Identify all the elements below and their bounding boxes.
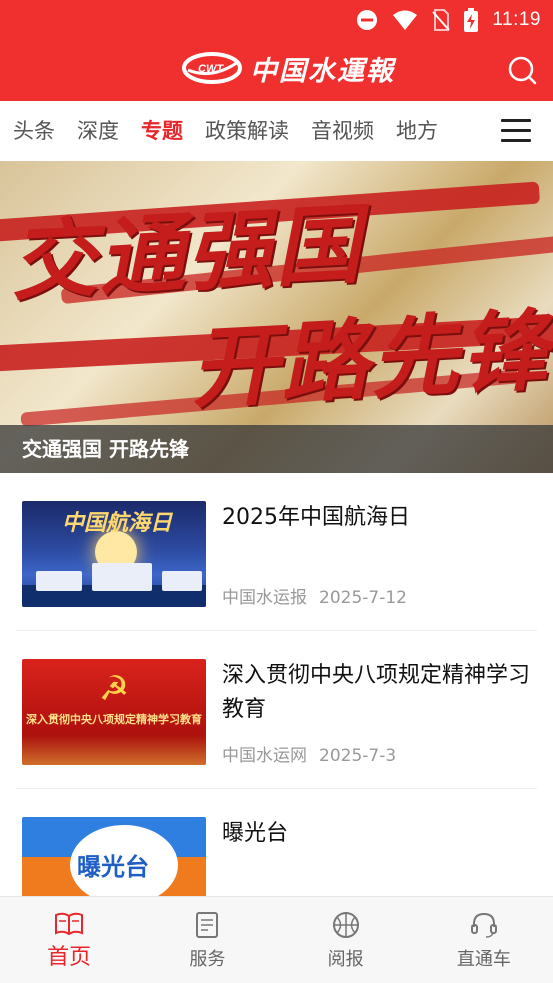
- status-bar: 11:19: [356, 6, 541, 34]
- category-tabs: 头条 深度 专题 政策解读 音视频 地方: [0, 101, 553, 161]
- news-item[interactable]: ☭ 深入贯彻中央八项规定精神学习教育 深入贯彻中央八项规定精神学习教育 中国水运…: [0, 631, 553, 789]
- nav-label: 首页: [47, 945, 92, 970]
- document-icon: [196, 912, 219, 938]
- banner-caption: 交通强国 开路先锋: [22, 437, 189, 461]
- news-source: 中国水运网: [222, 746, 307, 766]
- tab-depth[interactable]: 深度: [77, 101, 119, 161]
- news-item[interactable]: 中国航海日 2025年中国航海日 中国水运报 2025-7-12: [0, 473, 553, 631]
- logo-badge-text: CWT: [198, 63, 224, 75]
- book-icon: [55, 912, 84, 936]
- basketball-icon: [332, 912, 359, 938]
- news-date: 2025-7-12: [319, 588, 407, 608]
- news-meta: 中国水运报 2025-7-12: [222, 583, 407, 608]
- no-sim-icon: [432, 9, 451, 31]
- cwt-logo-mark: CWT: [182, 52, 242, 84]
- hamburger-menu-icon[interactable]: [501, 119, 531, 145]
- thumbnail-text: 曝光台: [77, 853, 149, 881]
- news-title[interactable]: 深入贯彻中央八项规定精神学习教育: [222, 659, 536, 727]
- wifi-icon: [393, 10, 418, 30]
- headset-icon: [470, 912, 497, 938]
- news-meta: 中国水运网 2025-7-3: [222, 741, 396, 766]
- thumbnail-text: 深入贯彻中央八项规定精神学习教育: [26, 713, 202, 726]
- tab-headlines[interactable]: 头条: [13, 101, 55, 161]
- party-emblem-icon: ☭: [98, 669, 130, 709]
- featured-banner[interactable]: 交通强国 开路先锋 交通强国 开路先锋: [0, 161, 553, 473]
- tab-video[interactable]: 音视频: [311, 101, 374, 161]
- banner-caption-bar: 交通强国 开路先锋: [0, 425, 553, 473]
- logo-text: 中国水運報: [250, 55, 395, 87]
- tab-strip[interactable]: 头条 深度 专题 政策解读 音视频 地方: [13, 101, 491, 161]
- news-source: 中国水运报: [222, 588, 307, 608]
- nav-label: 阅报: [327, 949, 364, 970]
- bottom-nav: 首页 服务 阅报 直通车: [0, 896, 553, 983]
- do-not-disturb-icon: [357, 10, 378, 30]
- tab-special-topics[interactable]: 专题: [141, 101, 183, 161]
- nav-home[interactable]: 首页: [0, 897, 138, 983]
- nav-services[interactable]: 服务: [138, 897, 276, 983]
- news-thumbnail[interactable]: 中国航海日: [22, 501, 206, 607]
- banner-slogan-line2: 开路先锋: [187, 297, 553, 421]
- top-bar: 11:19 CWT 中国水運報: [0, 0, 553, 101]
- battery-charging-icon: [464, 8, 479, 32]
- nav-label: 直通车: [456, 949, 511, 970]
- news-thumbnail[interactable]: ☭ 深入贯彻中央八项规定精神学习教育: [22, 659, 206, 765]
- search-icon[interactable]: [507, 55, 537, 85]
- nav-read-paper[interactable]: 阅报: [277, 897, 415, 983]
- tab-policy[interactable]: 政策解读: [205, 101, 289, 161]
- status-time: 11:19: [492, 9, 541, 30]
- app-root: 11:19 CWT 中国水運報 头条 深度 专题 政策解读 音视频 地方 交通强国: [0, 0, 553, 983]
- news-date: 2025-7-3: [319, 746, 397, 766]
- nav-label: 服务: [189, 949, 226, 970]
- news-list: 中国航海日 2025年中国航海日 中国水运报 2025-7-12 ☭ 深入贯彻中央…: [0, 473, 553, 947]
- news-title[interactable]: 曝光台: [222, 817, 536, 851]
- nav-direct-line[interactable]: 直通车: [415, 897, 553, 983]
- app-logo: CWT 中国水運報: [182, 48, 395, 88]
- news-title[interactable]: 2025年中国航海日: [222, 501, 536, 535]
- thumbnail-text: 中国航海日: [62, 510, 173, 536]
- tab-local[interactable]: 地方: [396, 101, 438, 161]
